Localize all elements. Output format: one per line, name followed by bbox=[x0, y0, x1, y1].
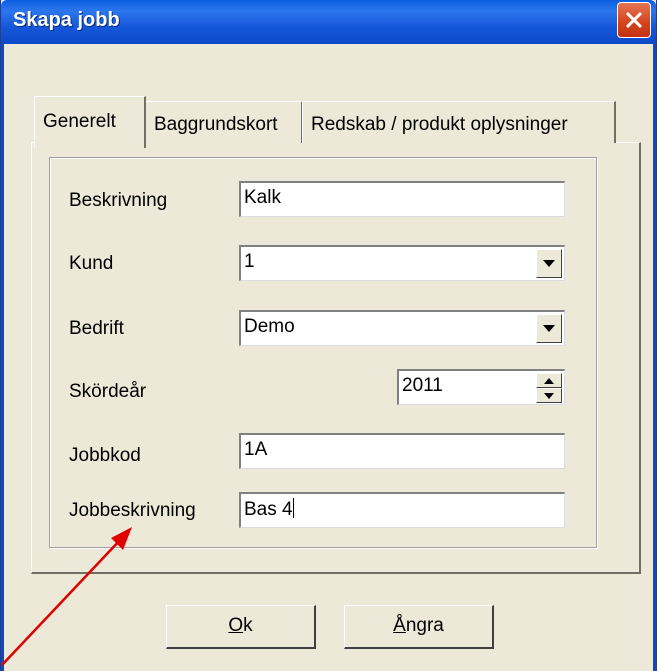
label-kund: Kund bbox=[69, 253, 114, 274]
bedrift-dropdown-button[interactable] bbox=[536, 314, 562, 343]
jobbeskrivning-input[interactable]: Bas 4 bbox=[239, 492, 565, 528]
label-bedrift: Bedrift bbox=[69, 318, 124, 339]
title-bar[interactable]: Skapa jobb bbox=[1, 0, 656, 44]
ok-button[interactable]: Ok bbox=[166, 605, 316, 649]
spin-up-button[interactable] bbox=[536, 373, 562, 388]
bedrift-select[interactable]: Demo bbox=[239, 310, 565, 346]
jobbkod-input[interactable]: 1A bbox=[239, 433, 565, 469]
close-icon bbox=[625, 11, 643, 29]
label-skordear: Skördeår bbox=[69, 381, 147, 402]
text-cursor bbox=[292, 498, 294, 518]
close-button[interactable] bbox=[617, 2, 651, 38]
angra-button[interactable]: Ångra bbox=[344, 605, 494, 649]
dialog-window: Skapa jobb Generelt Baggrundskort Redska… bbox=[0, 0, 657, 671]
beskrivning-input[interactable]: Kalk bbox=[239, 181, 565, 217]
jobbkod-value: 1A bbox=[244, 439, 268, 460]
arrow-down-icon bbox=[544, 393, 554, 399]
spin-down-button[interactable] bbox=[536, 388, 562, 403]
label-jobbkod: Jobbkod bbox=[69, 445, 141, 466]
tab-baggrundskort[interactable]: Baggrundskort bbox=[145, 101, 303, 143]
skordear-value: 2011 bbox=[402, 375, 443, 396]
angra-mnemonic: Å bbox=[393, 615, 406, 636]
chevron-down-icon bbox=[543, 260, 555, 267]
bedrift-value: Demo bbox=[244, 316, 295, 337]
tab-generelt[interactable]: Generelt bbox=[34, 96, 146, 148]
jobbeskrivning-value: Bas 4 bbox=[244, 499, 293, 520]
angra-label-rest: ngra bbox=[405, 615, 444, 636]
tab-redskab-produkt[interactable]: Redskab / produkt oplysninger bbox=[302, 101, 616, 143]
kund-value: 1 bbox=[244, 251, 255, 272]
ok-mnemonic: O bbox=[228, 615, 244, 636]
window-title: Skapa jobb bbox=[13, 9, 120, 31]
kund-select[interactable]: 1 bbox=[239, 245, 565, 281]
label-jobbeskrivning: Jobbeskrivning bbox=[69, 500, 196, 521]
ok-label-rest: k bbox=[243, 615, 253, 636]
chevron-down-icon bbox=[543, 325, 555, 332]
kund-dropdown-button[interactable] bbox=[536, 249, 562, 278]
arrow-up-icon bbox=[544, 378, 554, 384]
skordear-spinner[interactable]: 2011 bbox=[397, 369, 565, 405]
beskrivning-value: Kalk bbox=[244, 187, 281, 208]
label-beskrivning: Beskrivning bbox=[69, 190, 168, 211]
